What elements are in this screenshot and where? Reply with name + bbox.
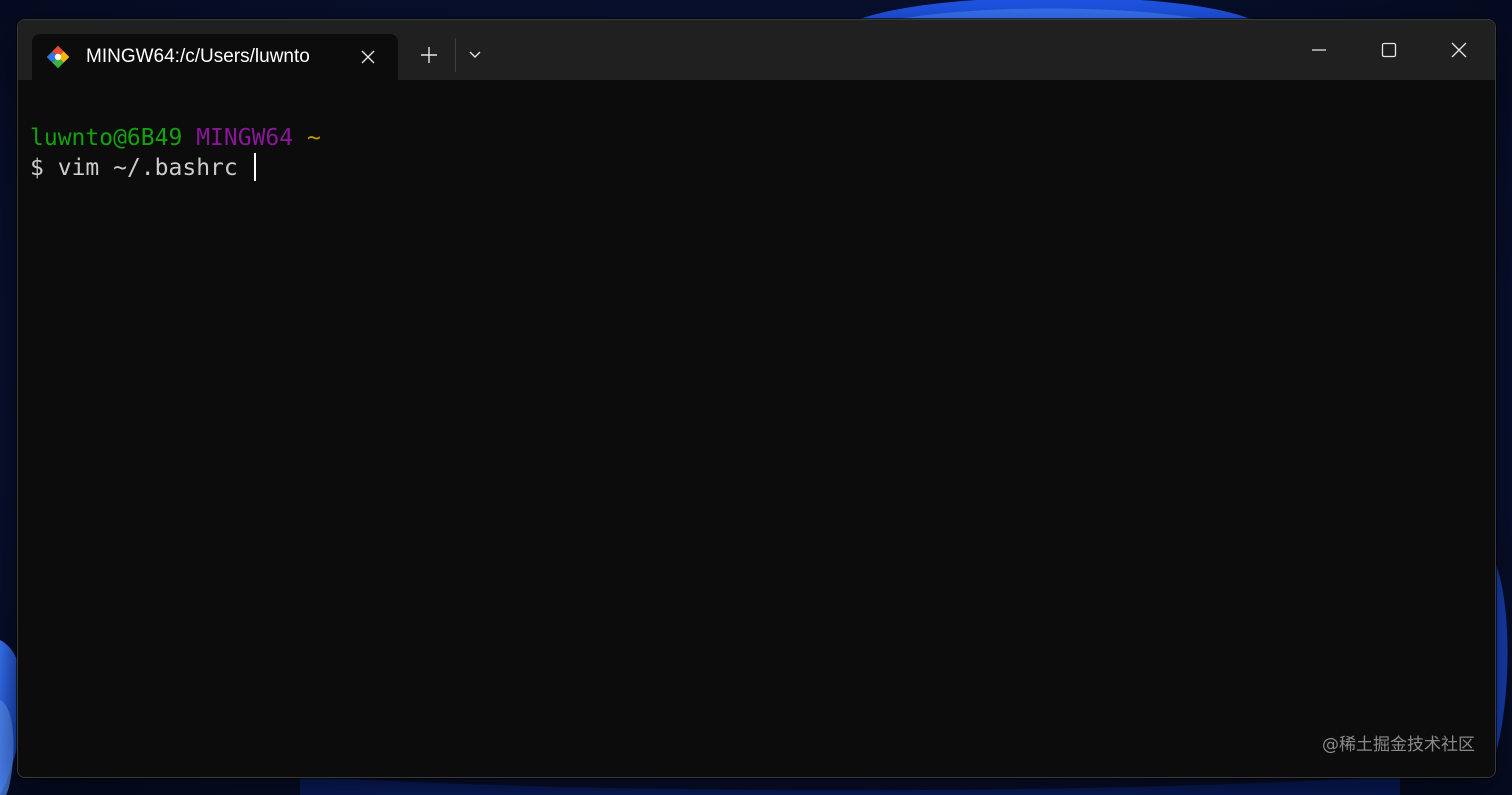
command-text: vim ~/.bashrc bbox=[57, 155, 238, 181]
prompt-system: MINGW64 bbox=[196, 125, 294, 151]
prompt-symbol: $ bbox=[30, 155, 44, 181]
maximize-icon bbox=[1381, 42, 1397, 58]
command-line[interactable]: $ vim ~/.bashrc bbox=[30, 153, 256, 183]
watermark-text: @稀土掘金技术社区 bbox=[1322, 735, 1475, 755]
tab-close-button[interactable] bbox=[354, 43, 382, 71]
close-icon bbox=[361, 50, 375, 64]
minimize-icon bbox=[1312, 49, 1326, 51]
close-icon bbox=[1451, 42, 1467, 58]
terminal-window: MINGW64:/c/Users/luwnto luwnto@6B49 MING… bbox=[17, 19, 1496, 778]
git-bash-icon bbox=[46, 45, 70, 69]
title-bar[interactable]: MINGW64:/c/Users/luwnto bbox=[18, 20, 1495, 80]
tab-divider bbox=[455, 38, 456, 72]
text-cursor bbox=[253, 153, 256, 181]
tab-title: MINGW64:/c/Users/luwnto bbox=[86, 46, 310, 67]
profiles-dropdown-button[interactable] bbox=[461, 40, 489, 70]
new-tab-button[interactable] bbox=[415, 40, 443, 70]
prompt-path: ~ bbox=[306, 125, 321, 151]
prompt-line: luwnto@6B49 MINGW64 ~ bbox=[30, 123, 321, 153]
terminal-output-area[interactable]: luwnto@6B49 MINGW64 ~ $ vim ~/.bashrc @稀… bbox=[18, 80, 1495, 777]
prompt-user-host: luwnto@6B49 bbox=[30, 125, 183, 151]
chevron-down-icon bbox=[469, 51, 481, 58]
maximize-button[interactable] bbox=[1366, 28, 1412, 72]
window-close-button[interactable] bbox=[1436, 28, 1482, 72]
tab-mingw64[interactable]: MINGW64:/c/Users/luwnto bbox=[32, 34, 398, 80]
plus-icon bbox=[421, 47, 437, 63]
minimize-button[interactable] bbox=[1296, 28, 1342, 72]
